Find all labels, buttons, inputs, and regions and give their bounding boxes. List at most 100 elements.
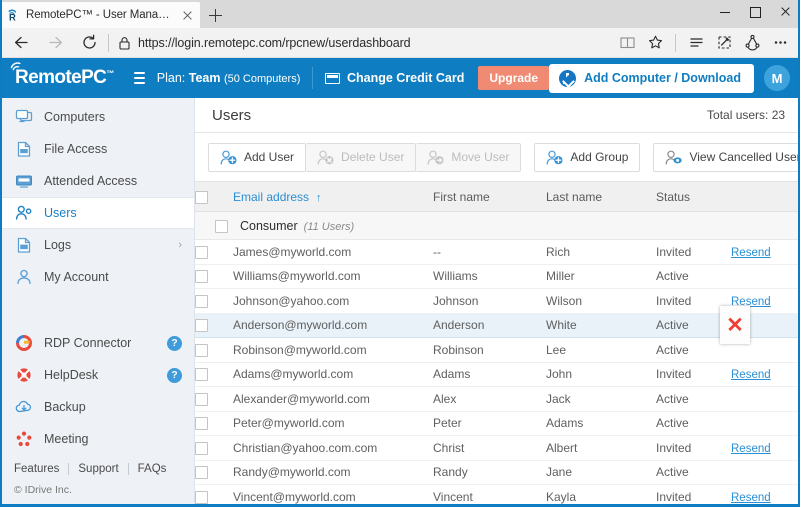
share-icon[interactable] bbox=[738, 29, 766, 57]
row-checkbox[interactable] bbox=[195, 392, 208, 406]
delete-user-row-action[interactable]: ✕ bbox=[720, 306, 751, 345]
footer-link-faqs[interactable]: FAQs bbox=[138, 463, 167, 475]
users-icon bbox=[14, 204, 33, 222]
table-row[interactable]: Johnson@yahoo.com Johnson Wilson Invited Res… bbox=[195, 288, 800, 314]
row-checkbox[interactable] bbox=[195, 490, 208, 504]
row-checkbox-cell[interactable] bbox=[195, 460, 233, 485]
select-all-checkbox[interactable] bbox=[195, 190, 208, 204]
status-badge: Active bbox=[656, 386, 731, 412]
hub-icon[interactable] bbox=[682, 29, 710, 57]
users-toolbar: Add User Delete User Move User Add Group… bbox=[195, 133, 800, 181]
footer-link-features[interactable]: Features bbox=[14, 463, 59, 475]
help-icon[interactable]: ? bbox=[167, 335, 182, 351]
column-header-email[interactable]: Email address ↑ bbox=[233, 181, 433, 212]
back-button[interactable] bbox=[4, 29, 38, 57]
column-header-action-1 bbox=[731, 181, 789, 212]
table-row[interactable]: Alexander@myworld.com Alex Jack Active bbox=[195, 386, 800, 412]
row-checkbox[interactable] bbox=[195, 368, 208, 382]
sidebar-item-rdp-connector[interactable]: RDP Connector ? bbox=[0, 327, 194, 359]
table-row[interactable]: James@myworld.com--RichInvitedResendCopy… bbox=[195, 239, 800, 265]
row-checkbox-cell[interactable] bbox=[195, 386, 233, 412]
help-icon[interactable]: ? bbox=[167, 367, 182, 383]
browser-tab[interactable]: R RemotePC™ - User Management bbox=[0, 2, 200, 28]
sidebar-item-logs[interactable]: Logs › bbox=[0, 229, 194, 261]
group-checkbox-cell[interactable] bbox=[195, 211, 233, 240]
add-group-button[interactable]: Add Group bbox=[534, 142, 641, 172]
row-checkbox[interactable] bbox=[195, 343, 208, 357]
window-minimize-button[interactable] bbox=[710, 0, 740, 23]
row-checkbox-cell[interactable] bbox=[195, 362, 233, 387]
table-row[interactable]: Christian@yahoo.com.com Christ Albert Invit… bbox=[195, 435, 800, 461]
select-all-header[interactable] bbox=[195, 181, 233, 212]
remotepc-logo[interactable]: RemotePC ™ bbox=[10, 62, 114, 89]
row-checkbox-cell[interactable] bbox=[195, 435, 233, 461]
download-icon bbox=[559, 69, 577, 87]
tab-close-icon[interactable] bbox=[181, 9, 194, 22]
cell-first-name: Peter bbox=[433, 411, 546, 436]
sidebar-item-my-account[interactable]: My Account bbox=[0, 261, 194, 293]
more-settings-icon[interactable] bbox=[766, 29, 794, 57]
remotepc-favicon: R bbox=[7, 9, 20, 22]
cell-first-name: Johnson bbox=[433, 288, 546, 314]
sidebar-item-meeting[interactable]: Meeting bbox=[0, 423, 194, 455]
web-note-icon[interactable] bbox=[710, 29, 738, 57]
column-header-status[interactable]: Status bbox=[656, 181, 731, 212]
resend-link[interactable]: Resend bbox=[731, 443, 771, 455]
row-checkbox-cell[interactable] bbox=[195, 312, 233, 338]
table-row[interactable]: Williams@myworld.com Williams Miller Active bbox=[195, 264, 800, 289]
sidebar-item-file-access[interactable]: File Access bbox=[0, 133, 194, 165]
table-row[interactable]: Robinson@myworld.com Robinson Lee Active bbox=[195, 337, 800, 363]
table-row[interactable]: Randy@myworld.com Randy Jane Active bbox=[195, 460, 800, 485]
reading-view-icon[interactable] bbox=[613, 29, 641, 57]
row-checkbox-cell[interactable] bbox=[195, 411, 233, 436]
upgrade-button[interactable]: Upgrade bbox=[478, 66, 550, 90]
table-row[interactable]: Peter@myworld.com Peter Adams Active bbox=[195, 411, 800, 436]
table-row[interactable]: Adams@myworld.comAdamsJohnInvitedResendC… bbox=[195, 362, 800, 387]
delete-user-button[interactable]: Delete User bbox=[306, 142, 417, 172]
table-row[interactable]: Anderson@myworld.comAndersonWhiteActive✎ bbox=[195, 312, 800, 338]
row-checkbox[interactable] bbox=[195, 270, 208, 284]
delete-x-icon[interactable]: ✕ bbox=[726, 315, 744, 336]
sidebar-item-attended-access[interactable]: Attended Access bbox=[0, 165, 194, 197]
row-checkbox[interactable] bbox=[195, 245, 208, 259]
avatar[interactable]: M bbox=[764, 65, 790, 91]
column-header-last-name[interactable]: Last name bbox=[546, 181, 656, 212]
row-checkbox-cell[interactable] bbox=[195, 288, 233, 314]
star-icon[interactable] bbox=[641, 29, 669, 57]
move-user-button[interactable]: Move User bbox=[416, 142, 522, 172]
new-tab-button[interactable] bbox=[200, 2, 230, 28]
row-checkbox[interactable] bbox=[195, 441, 208, 455]
address-bar[interactable]: https://login.remotepc.com/rpcnew/userda… bbox=[114, 28, 613, 57]
sidebar-item-users[interactable]: Users bbox=[0, 197, 194, 229]
resend-link[interactable]: Resend bbox=[731, 369, 771, 381]
row-checkbox[interactable] bbox=[195, 319, 208, 333]
hamburger-menu-icon[interactable] bbox=[128, 68, 151, 88]
reload-button[interactable] bbox=[72, 29, 106, 57]
add-computer-download-button[interactable]: Add Computer / Download bbox=[549, 63, 754, 93]
resend-link[interactable]: Resend bbox=[731, 247, 771, 259]
sidebar-item-label: My Account bbox=[44, 270, 109, 284]
sidebar-item-computers[interactable]: Computers bbox=[0, 101, 194, 133]
cell-email: Peter@myworld.com bbox=[233, 411, 433, 436]
row-checkbox-cell[interactable] bbox=[195, 337, 233, 363]
change-credit-card-button[interactable]: Change Credit Card bbox=[324, 71, 464, 85]
view-cancelled-users-button[interactable]: View Cancelled Users bbox=[653, 142, 800, 172]
footer-link-support[interactable]: Support bbox=[78, 463, 118, 475]
row-checkbox[interactable] bbox=[195, 417, 208, 431]
window-maximize-button[interactable] bbox=[740, 0, 770, 23]
add-user-button[interactable]: Add User bbox=[208, 142, 307, 172]
sidebar-item-label: Logs bbox=[44, 238, 72, 252]
sidebar-item-backup[interactable]: Backup bbox=[0, 391, 194, 423]
column-header-first-name[interactable]: First name bbox=[433, 181, 546, 212]
row-checkbox[interactable] bbox=[195, 294, 208, 308]
group-row[interactable]: Consumer(11 Users)⌃ bbox=[195, 211, 800, 240]
main-content: Users Total users: 23 Add User Delete Us… bbox=[195, 98, 800, 507]
row-checkbox[interactable] bbox=[195, 466, 208, 480]
window-close-button[interactable] bbox=[770, 0, 800, 23]
forward-button[interactable] bbox=[38, 29, 72, 57]
resend-link[interactable]: Resend bbox=[731, 492, 771, 504]
row-checkbox-cell[interactable] bbox=[195, 239, 233, 265]
row-checkbox-cell[interactable] bbox=[195, 264, 233, 289]
sidebar-item-helpdesk[interactable]: HelpDesk ? bbox=[0, 359, 194, 391]
group-checkbox[interactable] bbox=[215, 219, 228, 233]
